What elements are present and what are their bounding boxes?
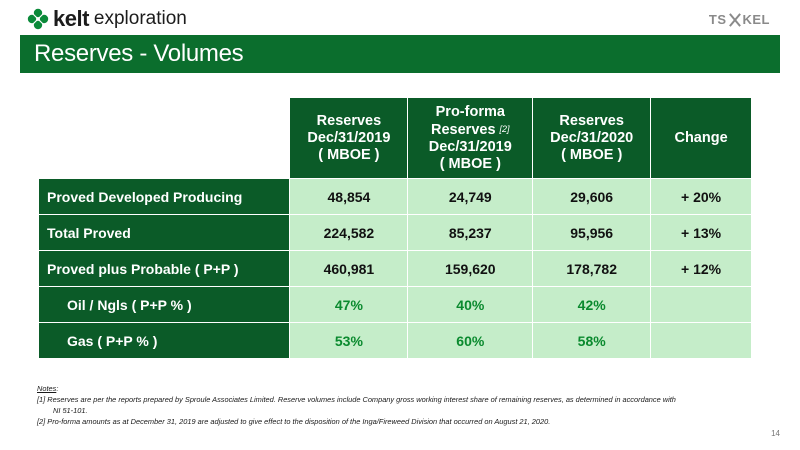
row-label: Gas ( P+P % )	[37, 322, 291, 359]
cell-value: 24,749	[407, 178, 534, 215]
cell-percent: 42%	[532, 286, 652, 323]
cell-percent: 58%	[532, 322, 652, 359]
cell-value: 178,782	[532, 250, 652, 287]
table-row: Proved Developed Producing 48,854 24,749…	[37, 178, 752, 215]
reserves-table: Reserves Dec/31/2019 ( MBOE ) Pro-forma …	[37, 97, 752, 359]
col-header-reserves-2020: Reserves Dec/31/2020 ( MBOE )	[532, 97, 652, 179]
col-header-change: Change	[650, 97, 752, 179]
cell-percent: 40%	[407, 286, 534, 323]
cell-value: 224,582	[289, 214, 409, 251]
table-row: Total Proved 224,582 85,237 95,956 + 13%	[37, 214, 752, 251]
ticker-left: TS	[708, 12, 727, 27]
cell-percent: 60%	[407, 322, 534, 359]
cell-change: + 12%	[650, 250, 752, 287]
row-label: Proved Developed Producing	[37, 178, 291, 215]
cell-value: 460,981	[289, 250, 409, 287]
col-header-reserves-2019: Reserves Dec/31/2019 ( MBOE )	[289, 97, 409, 179]
header-blank-cell	[37, 97, 291, 179]
row-label: Total Proved	[37, 214, 291, 251]
page-number: 14	[771, 429, 780, 438]
col-header-proforma-2019: Pro-forma Reserves [2] Dec/31/2019 ( MBO…	[407, 97, 534, 179]
footnotes: Notes: [1] Reserves are per the reports …	[37, 383, 762, 427]
table-row: Proved plus Probable ( P+P ) 460,981 159…	[37, 250, 752, 287]
cell-value: 85,237	[407, 214, 534, 251]
table-row: Gas ( P+P % ) 53% 60% 58%	[37, 322, 752, 359]
title-bar: Reserves - Volumes	[20, 35, 780, 73]
cell-value: 48,854	[289, 178, 409, 215]
cell-value: 159,620	[407, 250, 534, 287]
note-ref: [2]	[499, 123, 510, 134]
cell-value: 95,956	[532, 214, 652, 251]
cell-percent: 47%	[289, 286, 409, 323]
table-header-row: Reserves Dec/31/2019 ( MBOE ) Pro-forma …	[37, 97, 752, 179]
cell-percent: 53%	[289, 322, 409, 359]
cell-empty	[650, 322, 752, 359]
cell-empty	[650, 286, 752, 323]
cell-change: + 20%	[650, 178, 752, 215]
ticker-right: KEL	[742, 12, 770, 27]
brand-subtitle: exploration	[93, 8, 187, 29]
notes-heading: Notes	[37, 384, 57, 393]
table-row: Oil / Ngls ( P+P % ) 47% 40% 42%	[37, 286, 752, 323]
row-label: Proved plus Probable ( P+P )	[37, 250, 291, 287]
company-logo: kelt exploration	[27, 6, 187, 32]
footnote-2: [2] Pro-forma amounts as at December 31,…	[37, 417, 551, 426]
row-label: Oil / Ngls ( P+P % )	[37, 286, 291, 323]
footnote-1-continued: NI 51-101.	[53, 406, 88, 415]
brand-name: kelt	[53, 6, 89, 31]
kelt-clover-icon	[27, 8, 49, 30]
cell-change: + 13%	[650, 214, 752, 251]
footnote-1: [1] Reserves are per the reports prepare…	[37, 395, 676, 404]
tsx-x-mark-icon	[728, 13, 742, 27]
page-title: Reserves - Volumes	[34, 40, 244, 67]
cell-value: 29,606	[532, 178, 652, 215]
tsx-ticker-logo: TS KEL	[709, 12, 770, 27]
